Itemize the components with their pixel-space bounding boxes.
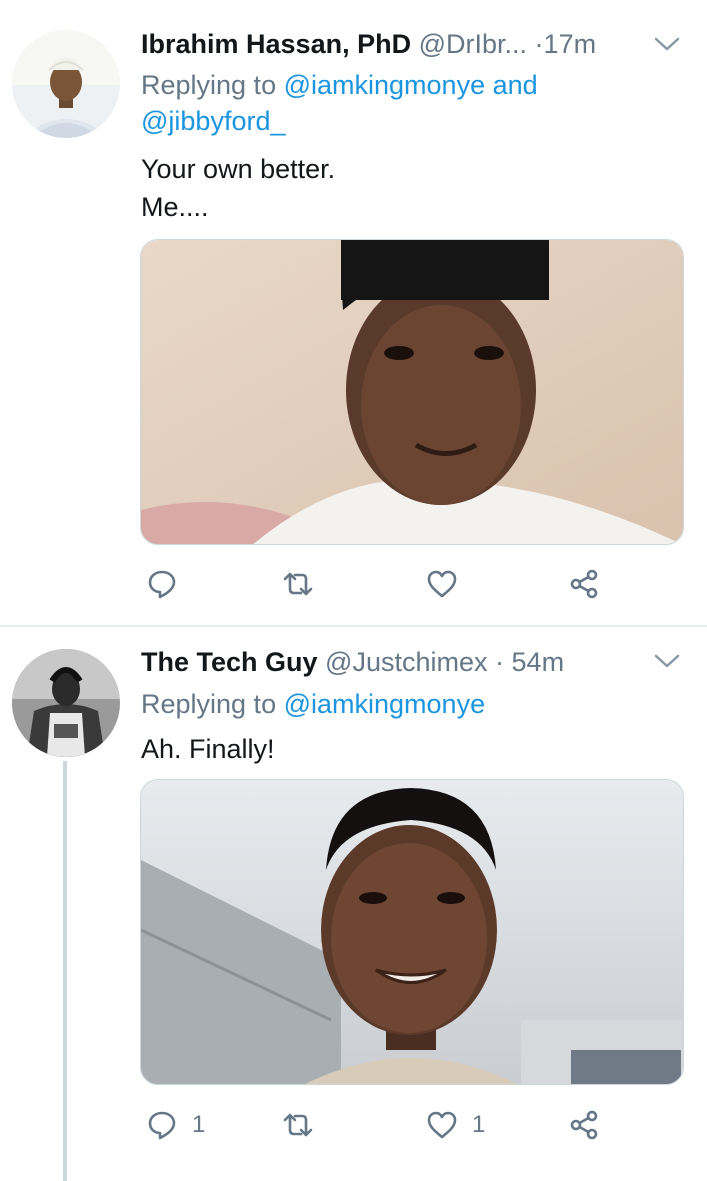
replying-prefix: Replying to xyxy=(141,70,277,100)
share-button[interactable] xyxy=(568,566,600,602)
replying-prefix: Replying to xyxy=(141,689,277,719)
reply-icon xyxy=(148,1111,176,1140)
tweet-photo[interactable] xyxy=(140,239,684,545)
chevron-down-icon[interactable] xyxy=(652,34,682,54)
tweet-text: Your own better. Me.... xyxy=(141,154,336,222)
separator-dot: · xyxy=(495,647,505,677)
share-icon xyxy=(570,569,598,599)
reply-count: 1 xyxy=(192,1111,206,1138)
like-icon xyxy=(427,1111,457,1139)
replying-to: Replying to @iamkingmonye xyxy=(141,686,485,722)
mention-link[interactable]: @iamkingmonye and xyxy=(284,70,538,100)
reply-button[interactable] xyxy=(146,566,192,602)
share-icon xyxy=(570,1110,598,1140)
display-name[interactable]: The Tech Guy xyxy=(141,647,318,677)
user-handle[interactable]: @DrIbr... xyxy=(419,29,527,59)
retweet-button[interactable] xyxy=(282,566,328,602)
timestamp[interactable]: 54m xyxy=(512,647,565,677)
tweet-text: Ah. Finally! xyxy=(141,734,275,764)
reply-icon xyxy=(148,570,176,599)
mention-link[interactable]: @iamkingmonye xyxy=(284,689,486,719)
share-button[interactable] xyxy=(568,1107,600,1143)
separator-dot: · xyxy=(534,29,544,59)
user-handle[interactable]: @Justchimex xyxy=(325,647,487,677)
replying-to: Replying to @iamkingmonye and @jibbyford… xyxy=(141,67,538,139)
tweet[interactable]: Ibrahim Hassan, PhD @DrIbr... ·17m Reply… xyxy=(0,0,707,625)
thread-line xyxy=(63,761,67,1181)
timestamp[interactable]: 17m xyxy=(544,29,597,59)
display-name[interactable]: Ibrahim Hassan, PhD xyxy=(141,29,411,59)
tweet[interactable]: The Tech Guy @Justchimex · 54m Replying … xyxy=(0,627,707,1181)
reply-button[interactable]: 1 xyxy=(146,1107,205,1143)
retweet-icon xyxy=(283,572,313,596)
retweet-button[interactable] xyxy=(282,1107,328,1143)
mention-link[interactable]: @jibbyford_ xyxy=(141,106,285,136)
avatar[interactable] xyxy=(12,649,120,757)
like-icon xyxy=(427,570,457,598)
avatar[interactable] xyxy=(12,30,120,138)
like-button[interactable] xyxy=(426,566,472,602)
like-button[interactable]: 1 xyxy=(426,1107,485,1143)
tweet-photo[interactable] xyxy=(140,779,684,1085)
like-count: 1 xyxy=(472,1111,486,1138)
retweet-icon xyxy=(283,1113,313,1137)
chevron-down-icon[interactable] xyxy=(652,651,682,671)
